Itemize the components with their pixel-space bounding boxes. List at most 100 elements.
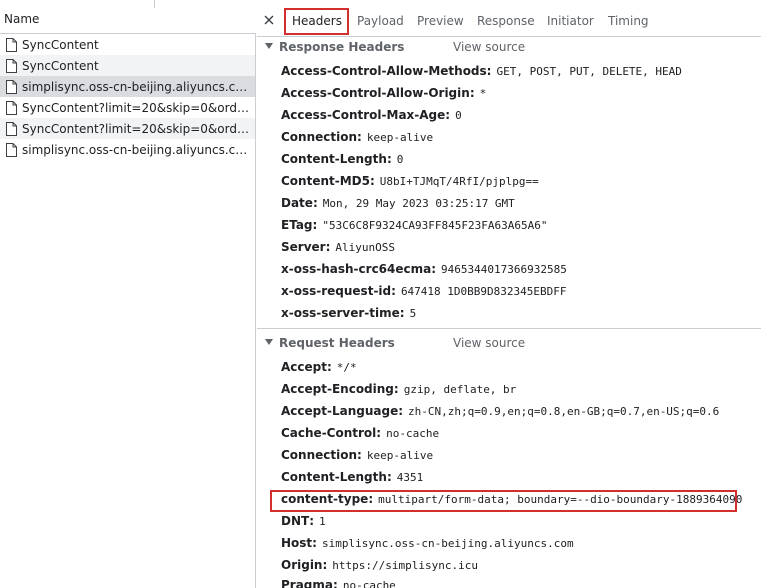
header-row: Accept: */* bbox=[281, 360, 357, 378]
section-divider bbox=[257, 328, 761, 329]
header-separator: : bbox=[325, 240, 331, 254]
header-row: Access-Control-Allow-Methods: GET, POST, … bbox=[281, 64, 682, 82]
collapse-triangle-icon[interactable] bbox=[265, 339, 273, 345]
request-row[interactable]: SyncContent?limit=20&skip=0&order=-... bbox=[0, 97, 255, 118]
header-value: "53C6C8F9324CA93FF845F23FA63A65A6" bbox=[322, 219, 548, 232]
header-name: Server bbox=[281, 240, 326, 254]
close-icon[interactable] bbox=[263, 14, 275, 26]
header-name: Connection bbox=[281, 448, 358, 462]
request-name: SyncContent?limit=20&skip=0&order=-... bbox=[22, 100, 250, 115]
header-name: Cache-Control bbox=[281, 426, 377, 440]
header-value: GET, POST, PUT, DELETE, HEAD bbox=[496, 65, 682, 78]
header-row: Accept-Encoding: gzip, deflate, br bbox=[281, 382, 516, 400]
header-name: Access-Control-Allow-Origin bbox=[281, 86, 470, 100]
header-separator: : bbox=[399, 306, 405, 320]
header-value: keep-alive bbox=[366, 131, 434, 144]
request-name: simplisync.oss-cn-beijing.aliyuncs.com bbox=[22, 79, 250, 94]
header-name: ETag bbox=[281, 218, 313, 232]
header-row: x-oss-hash-crc64ecma:9465344017366932585 bbox=[281, 262, 567, 280]
header-value: keep-alive bbox=[366, 449, 434, 462]
request-list-pane: Name SyncContent SyncContent simplisync.… bbox=[0, 0, 256, 588]
view-source-link[interactable]: View source bbox=[453, 336, 525, 350]
request-name: SyncContent bbox=[22, 37, 99, 52]
header-row: DNT:1 bbox=[281, 514, 326, 532]
header-name: DNT bbox=[281, 514, 310, 528]
header-value: https://simplisync.icu bbox=[332, 559, 478, 572]
header-name: Content-Length bbox=[281, 470, 387, 484]
tab-response[interactable]: Response bbox=[477, 14, 535, 28]
document-icon bbox=[6, 37, 17, 52]
document-icon bbox=[6, 58, 17, 73]
tab-preview[interactable]: Preview bbox=[417, 14, 464, 28]
header-row: Content-Length:4351 bbox=[281, 470, 423, 488]
request-row[interactable]: SyncContent bbox=[0, 34, 255, 55]
header-row: Access-Control-Allow-Origin: * bbox=[281, 86, 486, 104]
header-row: Accept-Language: zh-CN,zh;q=0.9,en;q=0.8,… bbox=[281, 404, 719, 422]
header-row: Date: Mon, 29 May 2023 03:25:17 GMT bbox=[281, 196, 515, 214]
header-row: x-oss-server-time:5 bbox=[281, 306, 416, 324]
header-value: gzip, deflate, br bbox=[403, 383, 517, 396]
header-separator: : bbox=[398, 404, 404, 418]
column-divider bbox=[154, 0, 155, 8]
header-name: Origin bbox=[281, 558, 323, 572]
tab-payload[interactable]: Payload bbox=[357, 14, 404, 28]
request-row-selected[interactable]: simplisync.oss-cn-beijing.aliyuncs.com bbox=[0, 76, 255, 97]
header-row: Host: simplisync.oss-cn-beijing.aliyuncs.… bbox=[281, 536, 574, 554]
header-separator: : bbox=[386, 152, 392, 166]
header-row: Access-Control-Max-Age:0 bbox=[281, 108, 462, 126]
collapse-triangle-icon[interactable] bbox=[265, 43, 273, 49]
header-row: Connection: keep-alive bbox=[281, 130, 433, 148]
header-separator: : bbox=[312, 218, 318, 232]
header-separator: : bbox=[486, 64, 492, 78]
header-value: 647418 1D0BB9D832345EBDFF bbox=[400, 285, 567, 298]
request-row[interactable]: simplisync.oss-cn-beijing.aliyuncs.com bbox=[0, 139, 255, 160]
header-name: Accept bbox=[281, 360, 327, 374]
header-value: 4351 bbox=[396, 471, 424, 484]
header-row: Content-Length:0 bbox=[281, 152, 403, 170]
tab-timing[interactable]: Timing bbox=[608, 14, 649, 28]
header-separator: : bbox=[391, 284, 396, 298]
header-name: Host bbox=[281, 536, 313, 550]
request-row[interactable]: SyncContent?limit=20&skip=0&order=-... bbox=[0, 118, 255, 139]
response-headers-section-header[interactable]: Response Headers View source bbox=[257, 38, 761, 58]
header-separator: : bbox=[369, 174, 375, 188]
document-icon bbox=[6, 79, 17, 94]
header-name: x-oss-hash-crc64ecma bbox=[281, 262, 432, 276]
header-separator: : bbox=[326, 360, 332, 374]
header-row: Origin: https://simplisync.icu bbox=[281, 558, 478, 576]
header-separator: : bbox=[469, 86, 475, 100]
header-separator: : bbox=[445, 108, 451, 122]
header-separator: : bbox=[357, 130, 362, 144]
request-name: simplisync.oss-cn-beijing.aliyuncs.com bbox=[22, 142, 250, 157]
header-value: 0 bbox=[455, 109, 462, 122]
tab-initiator[interactable]: Initiator bbox=[547, 14, 594, 28]
request-name: SyncContent?limit=20&skip=0&order=-... bbox=[22, 121, 250, 136]
document-icon bbox=[6, 121, 17, 136]
header-value: 5 bbox=[409, 307, 417, 320]
header-value: 0 bbox=[396, 153, 404, 166]
header-value: no-cache bbox=[342, 579, 396, 588]
view-source-link[interactable]: View source bbox=[453, 40, 525, 54]
request-name: SyncContent bbox=[22, 58, 99, 73]
header-value: */* bbox=[336, 361, 357, 374]
name-column-header[interactable]: Name bbox=[4, 12, 39, 26]
header-row: x-oss-request-id:647418 1D0BB9D832345EBD… bbox=[281, 284, 567, 302]
request-row[interactable]: SyncContent bbox=[0, 55, 255, 76]
request-headers-section-header[interactable]: Request Headers View source bbox=[257, 334, 761, 354]
header-separator: : bbox=[312, 536, 317, 550]
headers-tab-annotation-box bbox=[284, 8, 349, 35]
header-name: x-oss-request-id bbox=[281, 284, 392, 298]
header-separator: : bbox=[376, 426, 382, 440]
header-name: Content-MD5 bbox=[281, 174, 370, 188]
header-separator: : bbox=[386, 470, 392, 484]
header-separator: : bbox=[357, 448, 362, 462]
header-value: no-cache bbox=[386, 427, 440, 440]
header-separator: : bbox=[322, 558, 328, 572]
header-separator: : bbox=[333, 578, 338, 588]
header-name: Content-Length bbox=[281, 152, 387, 166]
header-value: AliyunOSS bbox=[335, 241, 395, 254]
header-value: U8bI+TJMqT/4RfI/pjplpg== bbox=[379, 175, 539, 188]
header-row: Pragma: no-cache bbox=[281, 578, 396, 588]
header-name: Connection bbox=[281, 130, 358, 144]
details-tabbar: Headers Payload Preview Response Initiat… bbox=[257, 0, 761, 37]
